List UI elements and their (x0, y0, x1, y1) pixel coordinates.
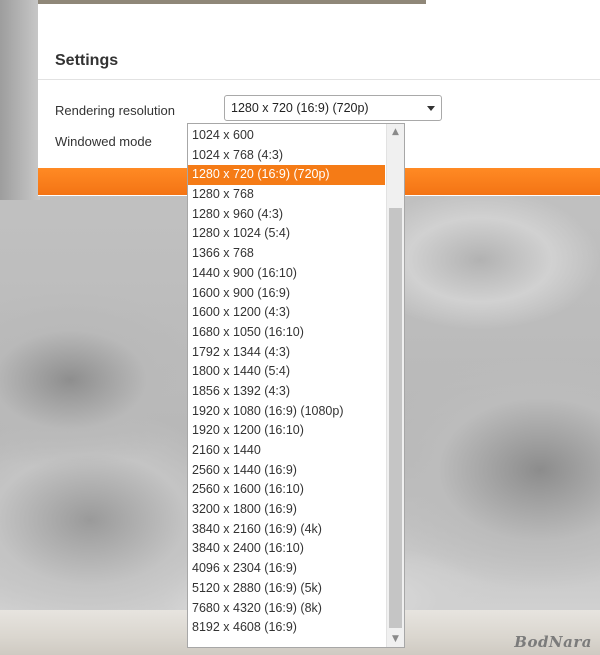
resolution-option[interactable]: 7680 x 4320 (16:9) (8k) (188, 599, 385, 619)
resolution-option[interactable]: 1280 x 1024 (5:4) (188, 224, 385, 244)
windowed-mode-label: Windowed mode (55, 134, 152, 149)
background-waterfall (0, 0, 40, 200)
resolution-option[interactable]: 1856 x 1392 (4:3) (188, 382, 385, 402)
chevron-down-icon[interactable]: ▼ (387, 631, 404, 647)
resolution-dropdown-list[interactable]: 1024 x 600 1024 x 768 (4:3) 1280 x 720 (16… (187, 123, 405, 648)
resolution-option[interactable]: 8192 x 4608 (16:9) (188, 618, 385, 638)
panel-header-image (38, 0, 426, 4)
resolution-option[interactable]: 1800 x 1440 (5:4) (188, 362, 385, 382)
resolution-option[interactable]: 1280 x 768 (188, 185, 385, 205)
resolution-option[interactable]: 2560 x 1600 (16:10) (188, 480, 385, 500)
resolution-option[interactable]: 3840 x 2400 (16:10) (188, 539, 385, 559)
watermark: BodNara (514, 633, 592, 651)
resolution-option[interactable]: 1680 x 1050 (16:10) (188, 323, 385, 343)
rendering-resolution-label: Rendering resolution (55, 103, 175, 118)
resolution-option[interactable]: 1600 x 1200 (4:3) (188, 303, 385, 323)
chevron-down-icon (427, 106, 435, 111)
resolution-option[interactable]: 2160 x 1440 (188, 441, 385, 461)
title-divider (38, 79, 600, 80)
resolution-option[interactable]: 1280 x 960 (4:3) (188, 205, 385, 225)
chevron-up-icon[interactable]: ▲ (387, 124, 404, 140)
dropdown-scrollbar[interactable]: ▲ ▼ (386, 124, 404, 647)
resolution-option[interactable]: 3840 x 2160 (16:9) (4k) (188, 520, 385, 540)
selected-resolution-value: 1280 x 720 (16:9) (720p) (231, 101, 369, 115)
resolution-option[interactable]: 1024 x 768 (4:3) (188, 146, 385, 166)
resolution-option[interactable]: 4096 x 2304 (16:9) (188, 559, 385, 579)
rendering-resolution-select[interactable]: 1280 x 720 (16:9) (720p) (224, 95, 442, 121)
resolution-option[interactable]: 1792 x 1344 (4:3) (188, 343, 385, 363)
resolution-option[interactable]: 1440 x 900 (16:10) (188, 264, 385, 284)
resolution-option[interactable]: 5120 x 2880 (16:9) (5k) (188, 579, 385, 599)
resolution-options: 1024 x 600 1024 x 768 (4:3) 1280 x 720 (16… (188, 126, 385, 638)
resolution-option[interactable]: 3200 x 1800 (16:9) (188, 500, 385, 520)
resolution-option[interactable]: 1920 x 1200 (16:10) (188, 421, 385, 441)
settings-title: Settings (55, 52, 119, 69)
scroll-thumb[interactable] (389, 208, 402, 628)
resolution-option[interactable]: 1920 x 1080 (16:9) (1080p) (188, 402, 385, 422)
resolution-option[interactable]: 1280 x 720 (16:9) (720p) (188, 165, 385, 186)
resolution-option[interactable]: 1366 x 768 (188, 244, 385, 264)
resolution-option[interactable]: 1024 x 600 (188, 126, 385, 146)
resolution-option[interactable]: 2560 x 1440 (16:9) (188, 461, 385, 481)
resolution-option[interactable]: 1600 x 900 (16:9) (188, 284, 385, 304)
